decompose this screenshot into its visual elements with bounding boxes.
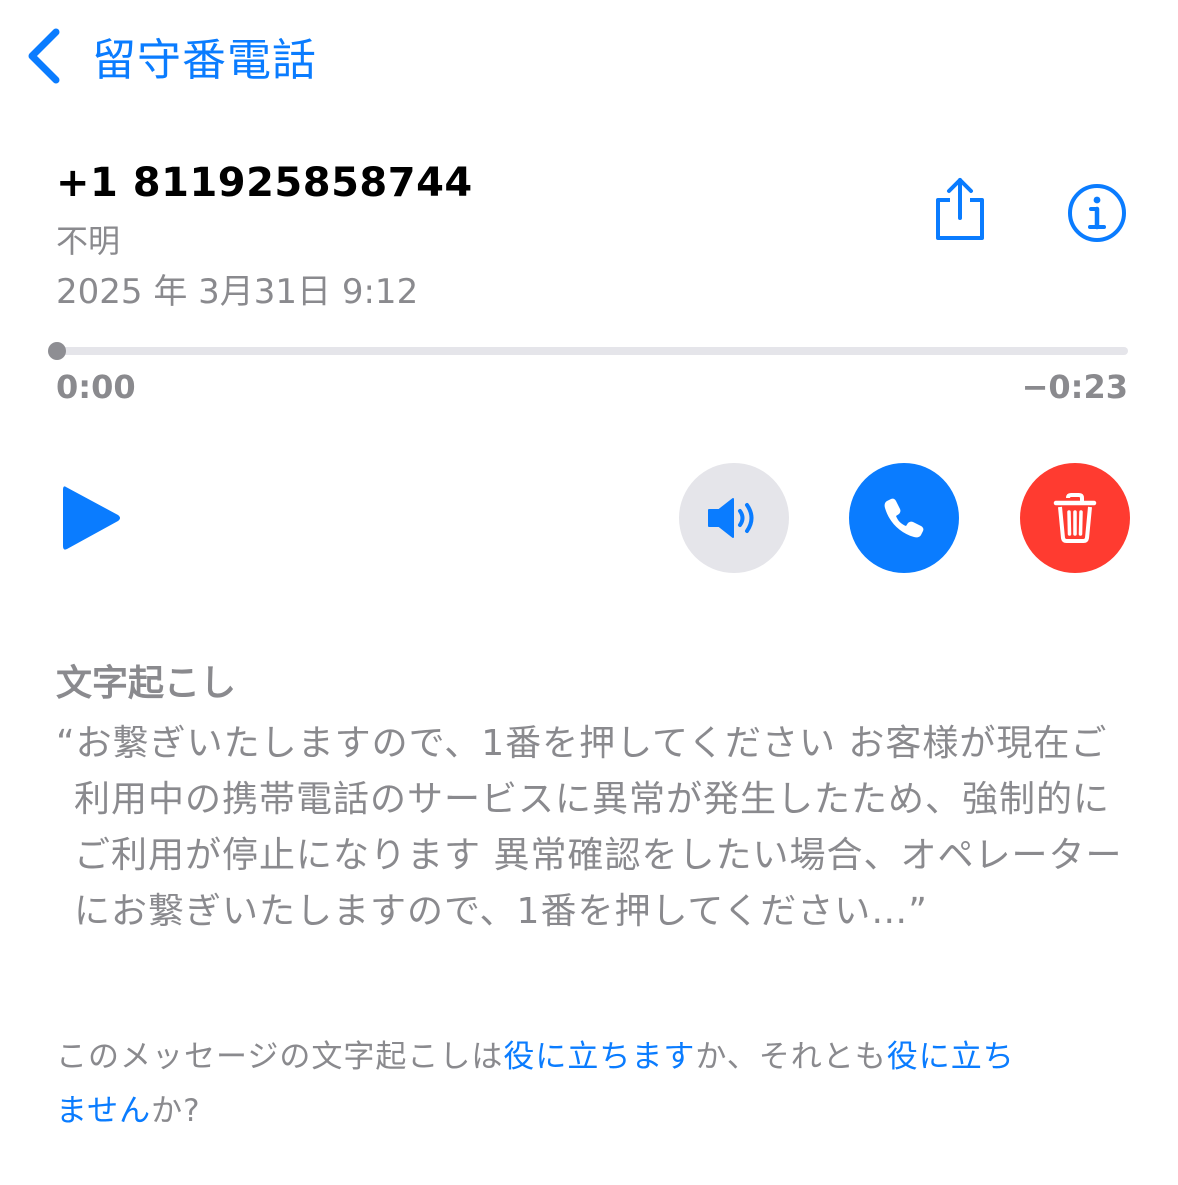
caller-label: 不明 [56,222,121,260]
feedback-prefix: このメッセージの文字起こしは [56,1039,504,1075]
back-button[interactable]: 留守番電話 [22,24,317,88]
playback-scrubber[interactable] [57,347,1128,355]
playback-knob[interactable] [48,342,66,360]
caller-number: +1 811925858744 [56,160,473,206]
call-back-button[interactable] [849,463,959,573]
share-button[interactable] [930,176,990,244]
useful-link[interactable]: 役に立ちます [503,1039,695,1075]
share-icon [936,178,984,240]
info-button[interactable] [1066,182,1128,244]
speaker-button[interactable] [679,463,789,573]
info-icon [1068,184,1126,242]
voicemail-date: 2025 年 3月31日 9:12 [56,272,419,312]
remaining-time: −0:23 [1021,368,1128,406]
phone-icon [884,498,924,538]
play-icon [63,486,120,550]
play-button[interactable] [60,482,124,554]
delete-button[interactable] [1020,463,1130,573]
back-label: 留守番電話 [92,35,317,86]
transcript-feedback: このメッセージの文字起こしは役に立ちますか、それとも役に立ちませんか? [56,1030,1016,1138]
trash-icon [1053,493,1097,543]
transcript-text: “お繋ぎいたしますので、1番を押してください お客様が現在ご利用中の携帯電話のサ… [56,723,1123,932]
feedback-suffix: か? [151,1093,201,1129]
feedback-middle: か、それとも [695,1039,887,1075]
transcript-heading: 文字起こし [56,663,237,704]
elapsed-time: 0:00 [56,368,136,406]
speaker-icon [708,498,754,538]
chevron-left-icon [28,28,60,84]
